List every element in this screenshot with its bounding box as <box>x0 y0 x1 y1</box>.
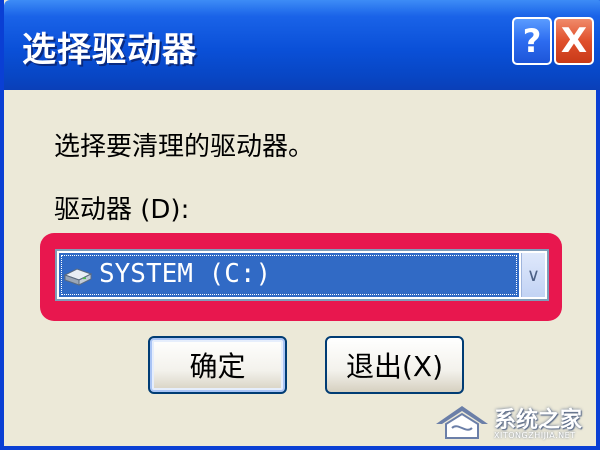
ok-button-label: 确定 <box>189 350 246 383</box>
dialog-window: 选择驱动器 ? X 选择要清理的驱动器。 驱动器 (D): SYSTEM (C:… <box>0 0 600 450</box>
selected-drive-option[interactable]: SYSTEM (C:) <box>59 253 519 297</box>
house-logo-icon <box>436 406 488 439</box>
close-button[interactable]: X <box>554 17 594 65</box>
instruction-text: 选择要清理的驱动器。 <box>54 132 315 162</box>
watermark: 系统之家 XITONGZHIJIA.NET <box>432 400 600 444</box>
drive-select-value: SYSTEM (C:) <box>99 259 272 289</box>
watermark-url: XITONGZHIJIA.NET <box>494 431 576 440</box>
drive-select[interactable]: SYSTEM (C:) ∨ <box>55 249 549 301</box>
close-icon: X <box>560 21 588 61</box>
ok-button[interactable]: 确定 <box>148 336 287 394</box>
help-button[interactable]: ? <box>512 17 552 65</box>
dropdown-button[interactable]: ∨ <box>521 253 545 297</box>
exit-button[interactable]: 退出(X) <box>325 336 464 394</box>
exit-button-label: 退出(X) <box>345 350 444 383</box>
watermark-text: 系统之家 <box>494 408 583 433</box>
help-icon: ? <box>522 22 542 60</box>
drive-label: 驱动器 (D): <box>54 195 190 225</box>
title-bar[interactable]: 选择驱动器 ? X <box>4 0 600 90</box>
chevron-down-icon: ∨ <box>526 264 541 286</box>
hard-drive-icon <box>63 268 93 286</box>
window-title: 选择驱动器 <box>22 30 197 70</box>
